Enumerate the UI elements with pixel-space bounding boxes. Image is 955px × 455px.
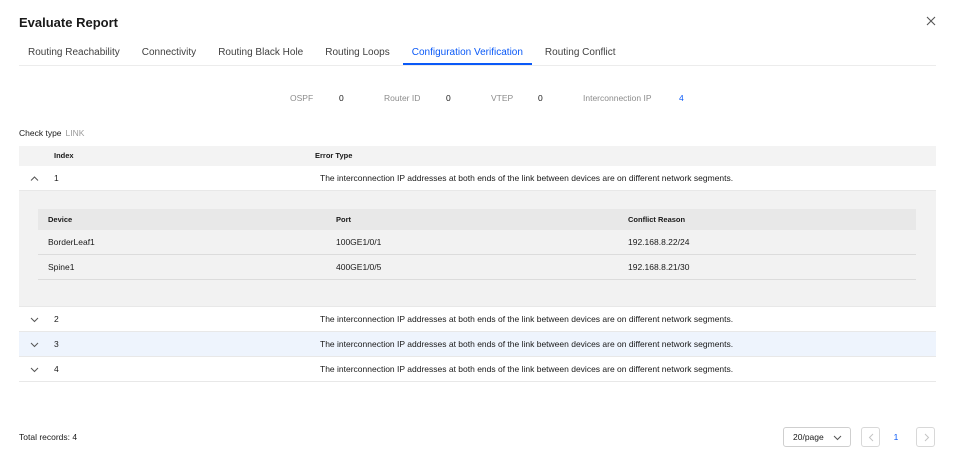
dialog-title: Evaluate Report <box>19 15 118 30</box>
chevron-down-icon[interactable] <box>29 314 40 325</box>
table-row[interactable]: 2 The interconnection IP addresses at bo… <box>19 307 936 332</box>
detail-reason: 192.168.8.22/24 <box>628 237 690 247</box>
next-page-button[interactable] <box>916 427 935 447</box>
header-error-type: Error Type <box>315 151 353 160</box>
check-type-value: LINK <box>65 128 85 138</box>
page-number[interactable]: 1 <box>891 431 901 443</box>
header-conflict-reason: Conflict Reason <box>628 215 686 224</box>
table-header: Index Error Type <box>19 146 936 166</box>
close-icon[interactable] <box>924 15 938 29</box>
tab-bar: Routing Reachability Connectivity Routin… <box>19 42 936 66</box>
detail-port: 100GE1/0/1 <box>336 237 382 247</box>
tab-routing-reachability[interactable]: Routing Reachability <box>19 42 129 65</box>
detail-port: 400GE1/0/5 <box>336 262 382 272</box>
table-row[interactable]: 3 The interconnection IP addresses at bo… <box>19 332 936 357</box>
row-error: The interconnection IP addresses at both… <box>320 314 734 324</box>
tab-routing-conflict[interactable]: Routing Conflict <box>536 42 625 65</box>
detail-device: BorderLeaf1 <box>48 237 95 247</box>
ospf-label: OSPF <box>290 93 314 103</box>
ospf-value: 0 <box>339 93 344 103</box>
chevron-up-icon[interactable] <box>29 173 40 184</box>
row-index: 2 <box>54 314 59 324</box>
tab-configuration-verification[interactable]: Configuration Verification <box>402 42 532 65</box>
chevron-left-icon <box>868 433 874 442</box>
header-index: Index <box>54 151 74 160</box>
interconnection-ip-value[interactable]: 4 <box>679 92 684 104</box>
row-index: 1 <box>54 173 59 183</box>
row-error: The interconnection IP addresses at both… <box>320 339 734 349</box>
detail-reason: 192.168.8.21/30 <box>628 262 690 272</box>
page-size-select[interactable]: 20/page <box>783 427 851 447</box>
table-row[interactable]: 1 The interconnection IP addresses at bo… <box>19 166 936 191</box>
header-device: Device <box>48 215 73 224</box>
router-id-label: Router ID <box>384 93 421 103</box>
row-index: 4 <box>54 364 59 374</box>
page-size-value: 20/page <box>793 432 824 442</box>
chevron-right-icon <box>924 433 930 442</box>
tab-routing-black-hole[interactable]: Routing Black Hole <box>209 42 312 65</box>
detail-header: Device Port Conflict Reason <box>38 209 916 230</box>
row-error: The interconnection IP addresses at both… <box>320 364 734 374</box>
router-id-value: 0 <box>446 93 451 103</box>
prev-page-button[interactable] <box>861 427 880 447</box>
vtep-label: VTEP <box>491 93 514 103</box>
tab-connectivity[interactable]: Connectivity <box>133 42 205 65</box>
detail-table: Device Port Conflict Reason BorderLeaf1 … <box>38 209 916 280</box>
chevron-down-icon <box>833 435 842 441</box>
tab-routing-loops[interactable]: Routing Loops <box>316 42 399 65</box>
detail-row: BorderLeaf1 100GE1/0/1 192.168.8.22/24 <box>38 230 916 255</box>
check-type-label: Check type <box>19 128 62 138</box>
row-index: 3 <box>54 339 59 349</box>
detail-device: Spine1 <box>48 262 75 272</box>
table-row[interactable]: 4 The interconnection IP addresses at bo… <box>19 357 936 382</box>
row-detail-panel: Device Port Conflict Reason BorderLeaf1 … <box>19 191 936 307</box>
chevron-down-icon[interactable] <box>29 339 40 350</box>
interconnection-ip-label: Interconnection IP <box>583 93 652 103</box>
error-table: Index Error Type 1 The interconnection I… <box>19 146 936 382</box>
detail-row: Spine1 400GE1/0/5 192.168.8.21/30 <box>38 255 916 280</box>
check-type: Check type LINK <box>19 127 84 139</box>
summary-bar: OSPF 0 Router ID 0 VTEP 0 Interconnectio… <box>0 92 955 104</box>
header-port: Port <box>336 215 351 224</box>
vtep-value: 0 <box>538 93 543 103</box>
chevron-down-icon[interactable] <box>29 364 40 375</box>
total-records: Total records: 4 <box>19 432 78 442</box>
row-error: The interconnection IP addresses at both… <box>320 173 734 183</box>
